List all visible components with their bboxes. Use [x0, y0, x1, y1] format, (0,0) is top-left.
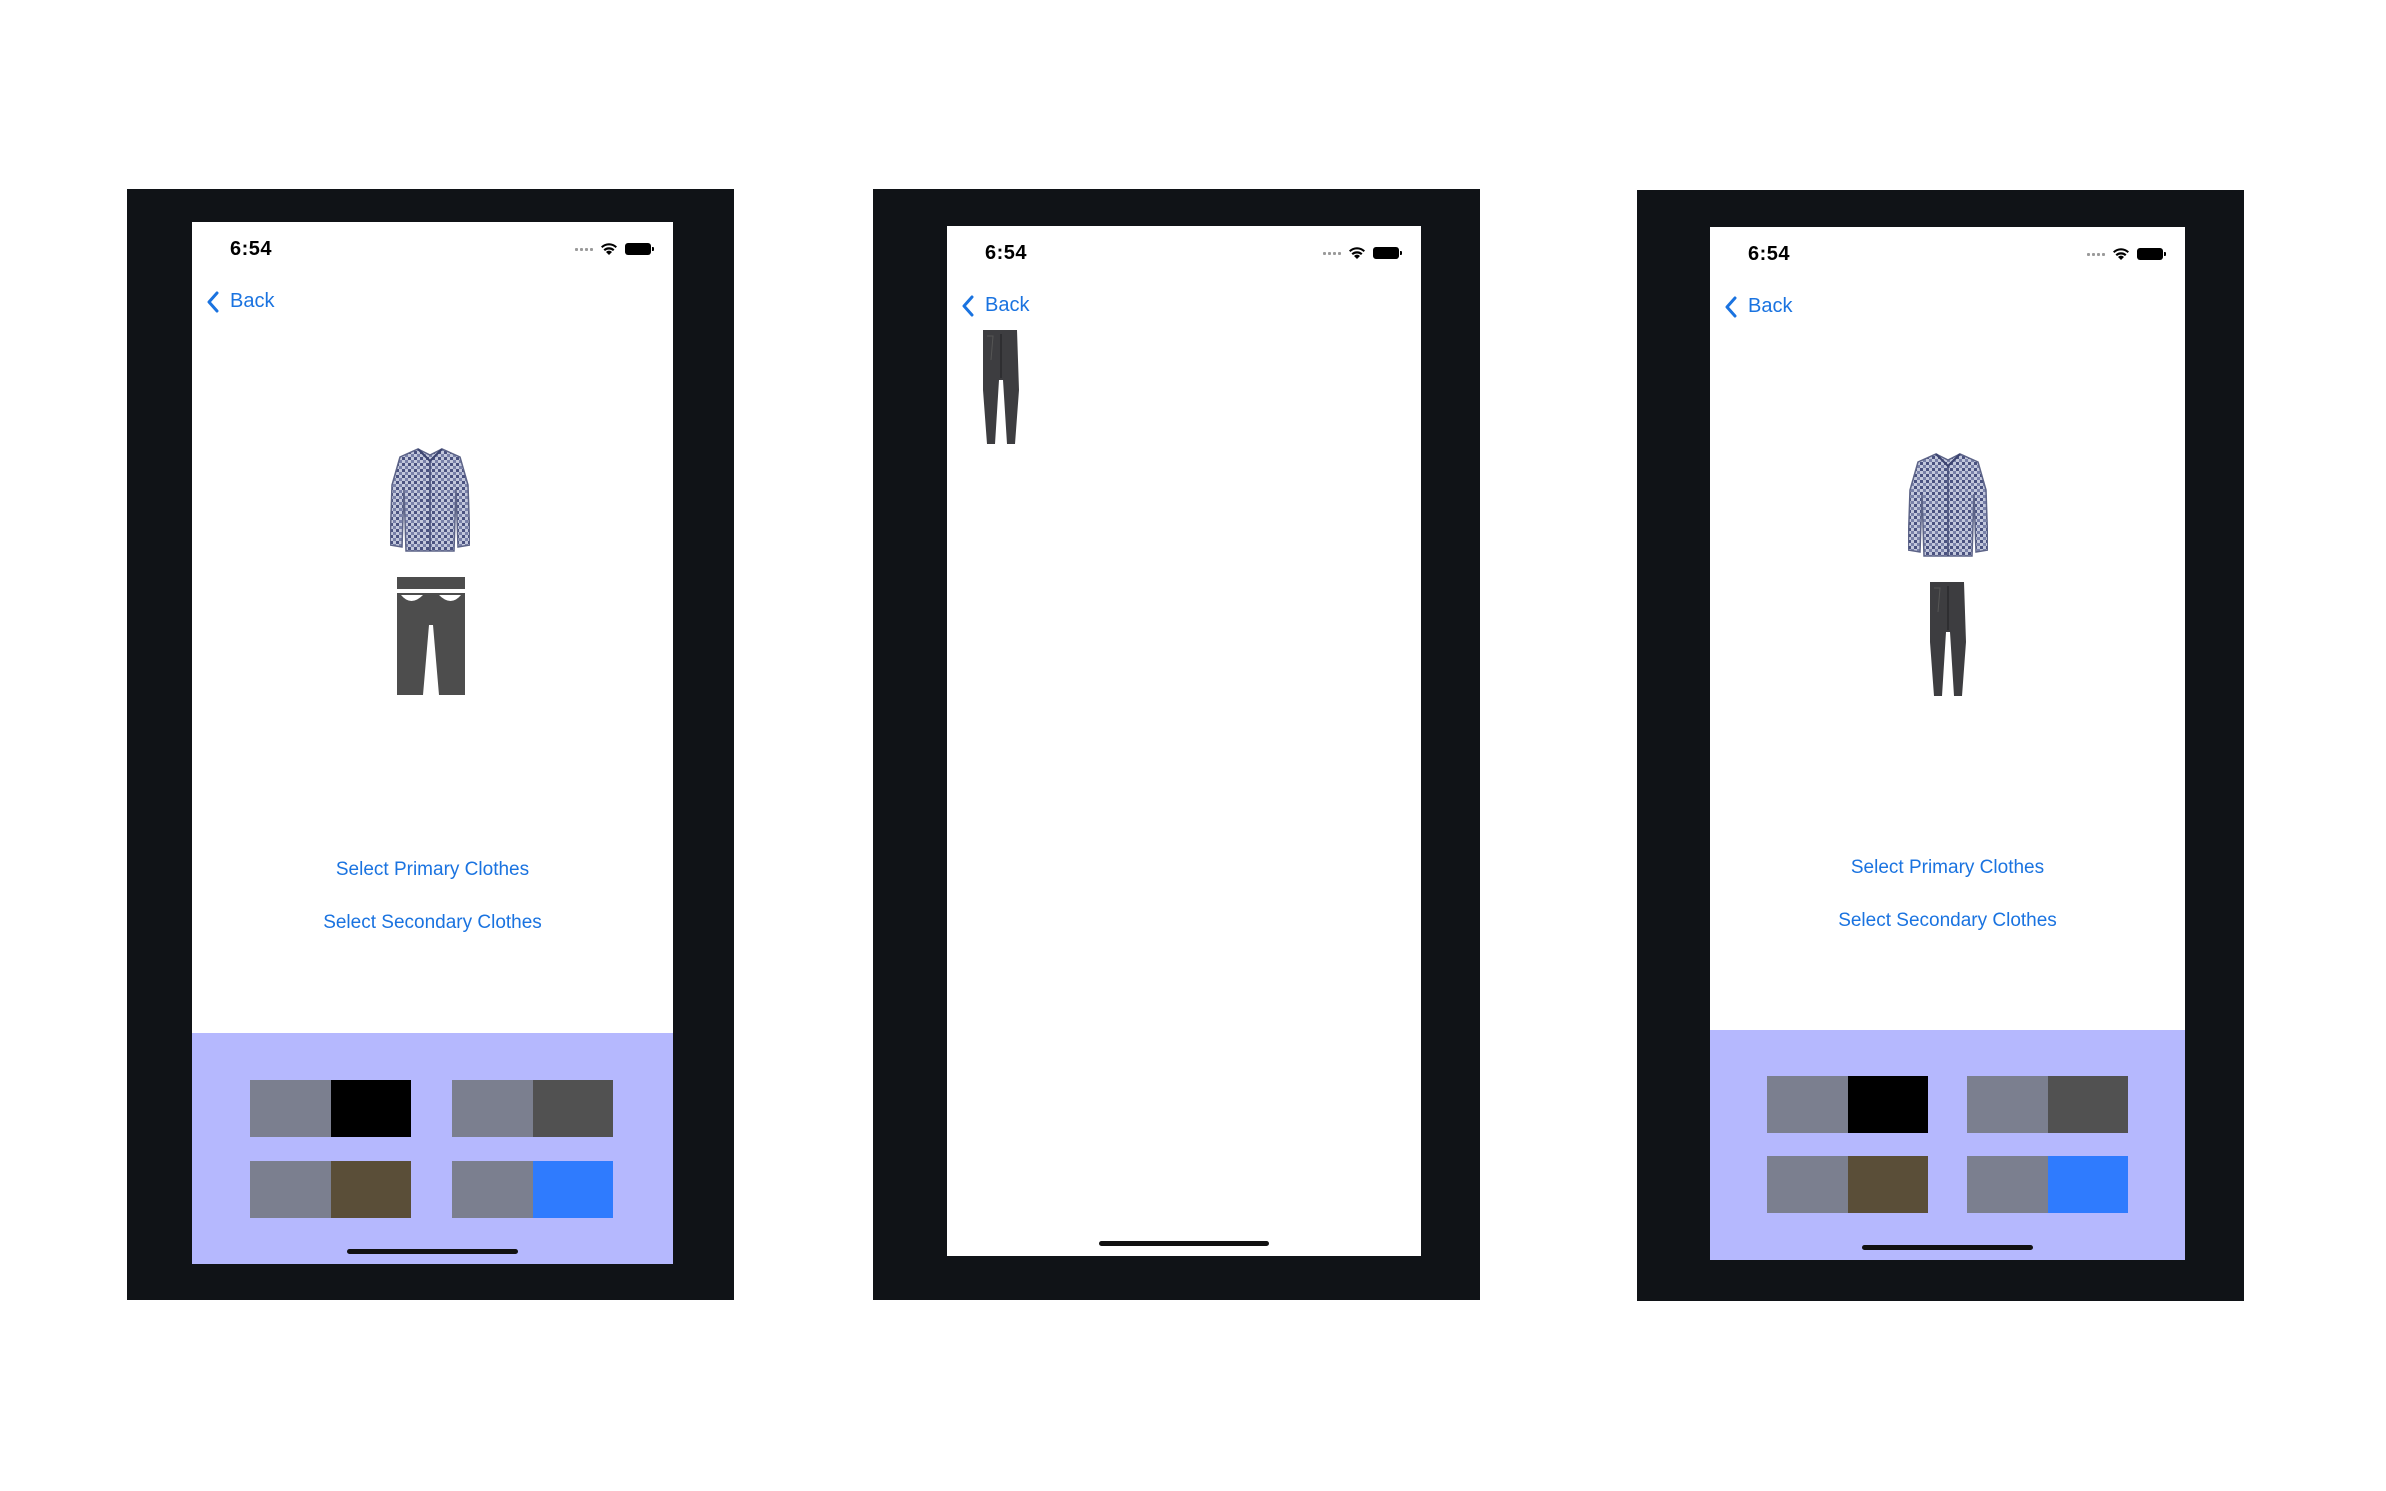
back-chevron-icon — [1725, 296, 1737, 317]
signal-dots-icon — [2087, 252, 2105, 256]
back-chevron-icon — [962, 295, 974, 316]
color-option-4[interactable] — [452, 1161, 613, 1218]
pants-icon[interactable] — [397, 577, 465, 695]
device-right: 6:54 Back Select Primary Clothes Select … — [1637, 190, 2244, 1301]
color-option-1[interactable] — [1767, 1076, 1928, 1133]
pants-icon[interactable] — [979, 330, 1023, 448]
signal-dots-icon — [575, 247, 593, 251]
shirt-icon[interactable] — [390, 445, 470, 553]
color-option-3[interactable] — [250, 1161, 411, 1218]
back-chevron-icon — [207, 291, 219, 312]
screen-right: 6:54 Back Select Primary Clothes Select … — [1710, 227, 2185, 1260]
select-primary-clothes-button[interactable]: Select Primary Clothes — [192, 859, 673, 881]
status-icons — [575, 242, 654, 256]
screen-middle: 6:54 Back — [947, 226, 1421, 1256]
color-option-1[interactable] — [250, 1080, 411, 1137]
back-button[interactable]: Back — [961, 294, 1029, 317]
home-indicator — [347, 1249, 518, 1254]
battery-icon — [2137, 248, 2166, 260]
back-button[interactable]: Back — [1724, 295, 1792, 318]
back-label: Back — [1748, 295, 1793, 317]
select-secondary-clothes-button[interactable]: Select Secondary Clothes — [1710, 910, 2185, 932]
wifi-icon — [1349, 247, 1365, 259]
device-left: 6:54 Back Select Primary Clothes Select … — [127, 189, 734, 1300]
back-button[interactable]: Back — [206, 290, 274, 313]
pants-icon[interactable] — [1925, 582, 1971, 700]
battery-icon — [625, 243, 654, 255]
status-time: 6:54 — [985, 242, 1028, 264]
color-options-panel — [1710, 1030, 2185, 1260]
select-secondary-clothes-button[interactable]: Select Secondary Clothes — [192, 912, 673, 934]
shirt-icon[interactable] — [1908, 450, 1988, 558]
color-option-2[interactable] — [452, 1080, 613, 1137]
wifi-icon — [601, 243, 617, 255]
status-time: 6:54 — [230, 238, 273, 260]
color-options-panel — [192, 1033, 673, 1264]
signal-dots-icon — [1323, 251, 1341, 255]
back-label: Back — [985, 294, 1030, 316]
status-time: 6:54 — [1748, 243, 1791, 265]
screen-left: 6:54 Back Select Primary Clothes Select … — [192, 222, 673, 1264]
home-indicator — [1862, 1245, 2033, 1250]
battery-icon — [1373, 247, 1402, 259]
select-primary-clothes-button[interactable]: Select Primary Clothes — [1710, 857, 2185, 879]
back-label: Back — [230, 290, 275, 312]
status-icons — [1323, 246, 1402, 260]
home-indicator — [1099, 1241, 1269, 1246]
color-option-3[interactable] — [1767, 1156, 1928, 1213]
device-middle: 6:54 Back — [873, 189, 1480, 1300]
wifi-icon — [2113, 248, 2129, 260]
color-option-4[interactable] — [1967, 1156, 2128, 1213]
status-icons — [2087, 247, 2166, 261]
color-option-2[interactable] — [1967, 1076, 2128, 1133]
